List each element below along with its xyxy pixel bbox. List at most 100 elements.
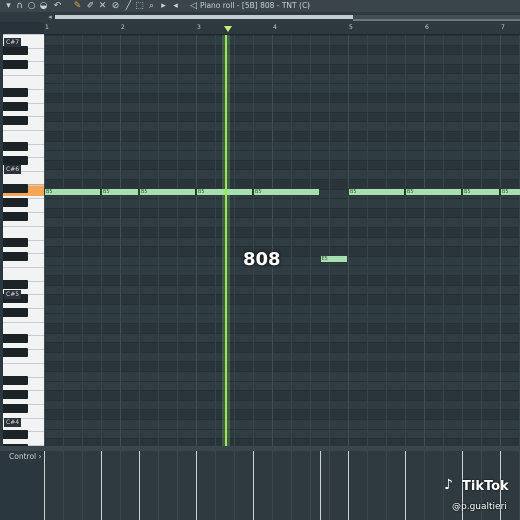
velocity-bar[interactable] <box>196 451 197 520</box>
note-block[interactable]: B5 <box>253 187 320 196</box>
control-grid-line <box>63 451 64 520</box>
black-key[interactable] <box>3 308 28 317</box>
grid-row <box>44 390 520 400</box>
bar-number: 1 <box>45 24 49 31</box>
grid-row-line <box>44 361 520 363</box>
grid-row <box>44 159 520 170</box>
velocity-bar[interactable] <box>348 451 349 520</box>
piano-keyboard[interactable]: C#7 C#6 C#5 C#4 <box>3 34 44 446</box>
black-key[interactable] <box>3 88 28 97</box>
note-block[interactable]: B5 <box>44 187 101 196</box>
title-menu-arrow[interactable]: › <box>307 0 310 12</box>
tools-icon[interactable]: ▾ <box>3 0 14 12</box>
speaker-icon[interactable]: ◁ <box>188 0 199 12</box>
black-key[interactable] <box>3 252 28 261</box>
black-key[interactable] <box>3 404 28 413</box>
step-line <box>82 35 83 446</box>
grid-row <box>44 285 520 295</box>
step-line <box>329 35 330 446</box>
control-grid-line <box>272 451 273 520</box>
tiktok-username: @p.gualtieri <box>452 502 507 512</box>
black-key[interactable] <box>3 334 28 343</box>
toolbar: ▾ ∩ ○ ◒ ↶ ✎ ✐ ✕ ⊘ ╱ ⬚ ⌕ ▸ ◂ ◁ Piano roll… <box>0 0 520 12</box>
metronome-icon[interactable]: ◒ <box>38 0 49 12</box>
play-icon[interactable]: ▸ <box>158 0 169 12</box>
grid-row <box>44 304 520 314</box>
grid-row-line <box>44 92 520 94</box>
velocity-bar[interactable] <box>139 451 140 520</box>
step-line <box>386 35 387 446</box>
black-key[interactable] <box>3 238 28 247</box>
grid-row-line <box>44 351 520 353</box>
black-key[interactable] <box>3 212 28 221</box>
step-line <box>234 35 235 446</box>
black-key[interactable] <box>3 184 28 193</box>
grid-row-line <box>44 217 520 219</box>
velocity-bar[interactable] <box>405 451 406 520</box>
black-key[interactable] <box>3 142 28 151</box>
black-key[interactable] <box>3 280 28 289</box>
slice-icon[interactable]: ╱ <box>123 0 134 12</box>
note-block[interactable]: B5 <box>101 187 139 196</box>
note-block[interactable]: B5 <box>348 187 405 196</box>
grid-row-line <box>44 294 520 296</box>
grid-row <box>44 409 520 419</box>
bar-line <box>272 35 273 446</box>
black-key[interactable] <box>3 430 28 439</box>
key-label: C#5 <box>4 290 22 299</box>
note-block[interactable]: B5 <box>500 187 520 196</box>
note-grid[interactable]: B5 B5 B5 B5 B5 B5 B5 B5 B5 E5 <box>44 35 520 446</box>
velocity-bar[interactable] <box>319 451 321 520</box>
control-grid-line <box>158 451 159 520</box>
grid-row <box>44 419 520 429</box>
note-block[interactable]: B5 <box>139 187 196 196</box>
select-icon[interactable]: ⬚ <box>134 0 145 12</box>
window-title[interactable]: Piano roll - [5B] 808 - TNT (C) <box>200 0 310 12</box>
grid-row-line <box>44 409 520 411</box>
pencil-icon[interactable]: ✎ <box>72 0 83 12</box>
grid-row-line <box>44 380 520 382</box>
loop-icon[interactable]: ○ <box>26 0 37 12</box>
grid-row-line <box>44 275 520 276</box>
horizontal-scrollbar-thumb[interactable] <box>55 15 353 19</box>
velocity-bar[interactable] <box>101 451 102 520</box>
black-key[interactable] <box>3 376 28 385</box>
note-block[interactable]: E5 <box>319 254 348 263</box>
black-key[interactable] <box>3 198 28 207</box>
control-label-text: Control <box>9 452 37 461</box>
black-key[interactable] <box>3 102 28 111</box>
black-key[interactable] <box>3 46 28 55</box>
grid-row <box>44 227 520 237</box>
record-icon[interactable]: ◂ <box>170 0 181 12</box>
magnet-icon[interactable]: ∩ <box>14 0 25 12</box>
black-key[interactable] <box>3 348 28 357</box>
zoom-icon[interactable]: ⌕ <box>146 0 157 12</box>
grid-row-line <box>44 342 520 344</box>
playhead-line[interactable] <box>225 35 227 446</box>
paint-icon[interactable]: ✐ <box>85 0 96 12</box>
black-key[interactable] <box>3 156 28 165</box>
black-key[interactable] <box>3 390 28 399</box>
timeline-ruler[interactable] <box>44 22 520 35</box>
velocity-bar[interactable] <box>44 451 45 520</box>
note-block[interactable]: B5 <box>462 187 500 196</box>
delete-icon[interactable]: ✕ <box>97 0 108 12</box>
grid-row <box>44 429 520 439</box>
note-block[interactable]: B5 <box>405 187 462 196</box>
grid-row-line <box>44 102 520 104</box>
grid-row-line <box>44 265 520 267</box>
control-arrow-icon: › <box>38 452 42 461</box>
undo-icon[interactable]: ↶ <box>52 0 63 12</box>
grid-row <box>44 333 520 343</box>
grid-row-line <box>44 303 520 305</box>
grid-row <box>44 44 520 55</box>
velocity-bar[interactable] <box>253 451 254 520</box>
control-label[interactable]: Control › <box>9 452 42 461</box>
playhead-marker[interactable] <box>224 26 232 32</box>
scroll-left-icon[interactable]: ◂ <box>46 12 54 22</box>
mute-icon[interactable]: ⊘ <box>110 0 121 12</box>
grid-row <box>44 83 520 93</box>
black-key[interactable] <box>3 60 28 69</box>
white-key-edge <box>3 75 44 77</box>
black-key[interactable] <box>3 116 28 125</box>
